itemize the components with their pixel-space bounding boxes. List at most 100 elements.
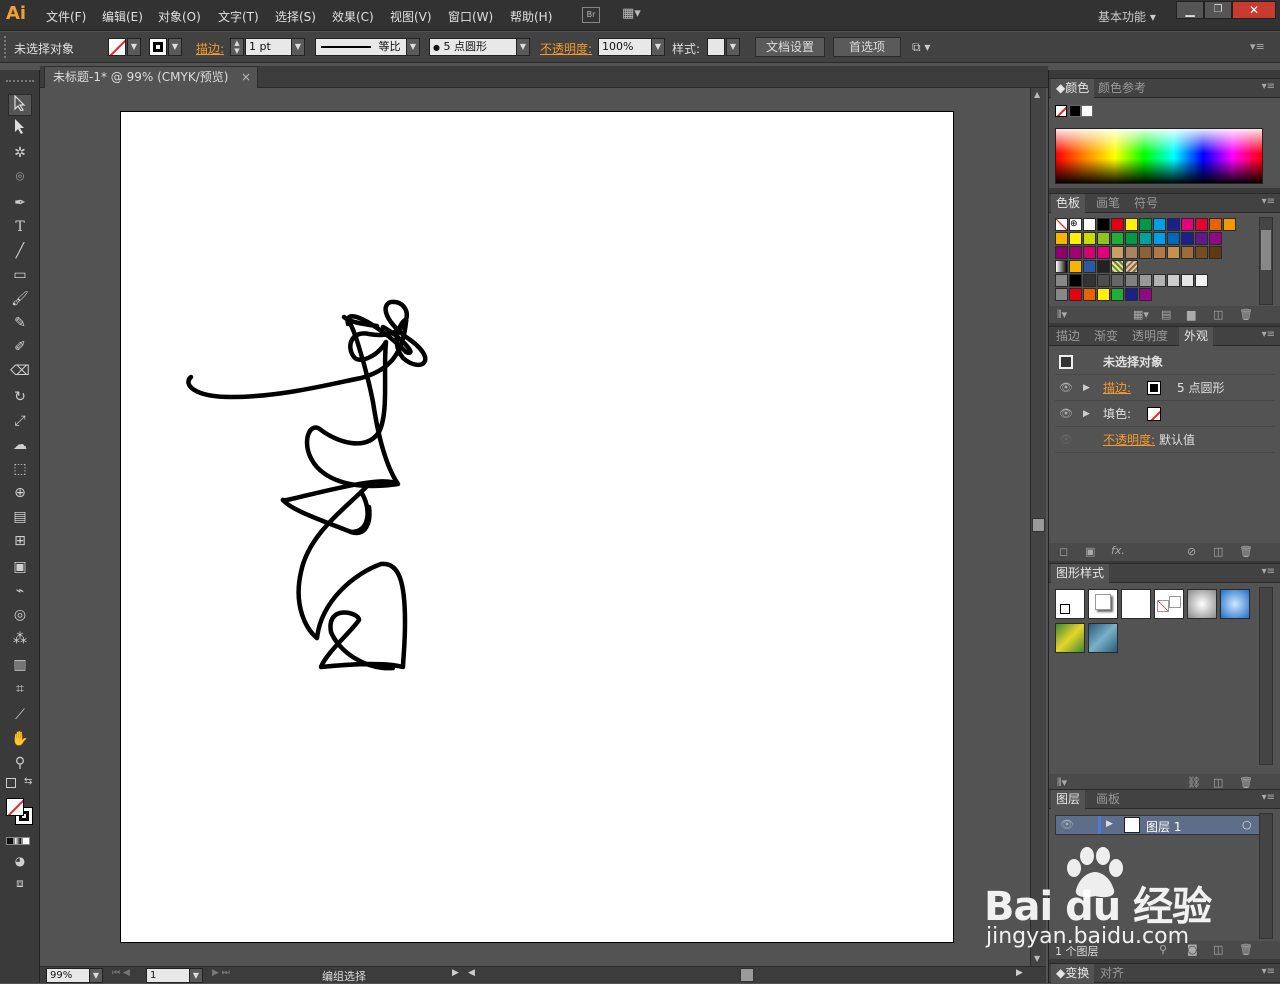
- color-group-folder-icon[interactable]: [1055, 274, 1068, 287]
- swatch[interactable]: [1097, 288, 1110, 301]
- swatch[interactable]: [1195, 246, 1208, 259]
- pen-tool-icon[interactable]: ✒: [8, 192, 32, 214]
- style-dropdown[interactable]: ▼: [726, 38, 740, 56]
- profile-dropdown[interactable]: ▼: [406, 38, 420, 56]
- swatch[interactable]: [1181, 218, 1194, 231]
- swatch[interactable]: [1125, 288, 1138, 301]
- swatch[interactable]: [1055, 260, 1068, 273]
- locate-object-icon[interactable]: ⚲: [1159, 943, 1167, 956]
- graphic-style-gray-gradient[interactable]: [1187, 589, 1217, 619]
- swatch-options-icon[interactable]: ▤: [1161, 308, 1171, 321]
- tab-transparency[interactable]: 透明度: [1127, 327, 1173, 346]
- swatch[interactable]: [1125, 218, 1138, 231]
- swatch[interactable]: [1125, 274, 1138, 287]
- symbol-sprayer-tool-icon[interactable]: ⁂: [8, 628, 32, 650]
- swatch[interactable]: [1069, 274, 1082, 287]
- appearance-opacity-label[interactable]: 不透明度:: [1103, 428, 1155, 452]
- fill-swatch[interactable]: [108, 38, 126, 56]
- fill-color-icon[interactable]: [6, 798, 24, 816]
- warp-tool-icon[interactable]: ☁: [8, 434, 32, 456]
- expand-triangle-icon[interactable]: ▶: [1083, 376, 1090, 400]
- swatch[interactable]: [1153, 274, 1166, 287]
- make-clipping-mask-icon[interactable]: ◙: [1187, 943, 1198, 956]
- tab-brushes[interactable]: 画笔: [1091, 194, 1125, 213]
- appearance-stroke-row[interactable]: 👁 ▶ 描边: 5 点圆形: [1055, 376, 1275, 401]
- swatch[interactable]: [1167, 274, 1180, 287]
- swatch[interactable]: [1111, 260, 1124, 273]
- workspace-switcher[interactable]: 基本功能 ▾: [1098, 8, 1156, 25]
- menu-edit[interactable]: 编辑(E): [102, 8, 143, 25]
- arrange-documents-icon[interactable]: ▦▾: [622, 7, 648, 23]
- menu-effect[interactable]: 效果(C): [332, 8, 374, 25]
- blend-tool-icon[interactable]: ◎: [8, 604, 32, 626]
- layer-row[interactable]: 👁 ▶ 图层 1 ○: [1055, 815, 1263, 835]
- variable-width-profile[interactable]: 等比: [315, 38, 407, 56]
- swatch[interactable]: [1055, 232, 1068, 245]
- swatch[interactable]: [1181, 274, 1194, 287]
- black-swatch[interactable]: [1069, 105, 1081, 117]
- show-kinds-icon[interactable]: ▦▾: [1133, 308, 1149, 321]
- scroll-up-icon[interactable]: ▲: [1034, 90, 1040, 99]
- panel-menu-icon[interactable]: ▾≡: [1262, 329, 1275, 340]
- appearance-fill-row[interactable]: 👁 ▶ 填色:: [1055, 402, 1275, 427]
- none-swatch-icon[interactable]: [1055, 105, 1067, 117]
- swatch[interactable]: [1111, 288, 1124, 301]
- panel-menu-icon[interactable]: ▾≡: [1250, 40, 1265, 53]
- layer-name[interactable]: 图层 1: [1146, 818, 1181, 835]
- perspective-grid-tool-icon[interactable]: ▤: [8, 506, 32, 528]
- document-setup-button[interactable]: 文档设置: [755, 37, 825, 57]
- graphic-style-blue-pattern[interactable]: [1088, 623, 1118, 653]
- eyedropper-tool-icon[interactable]: ⌁: [8, 580, 32, 602]
- swatch[interactable]: [1209, 246, 1222, 259]
- tab-color-guide[interactable]: 颜色参考: [1093, 79, 1151, 98]
- default-colors-icon[interactable]: [6, 778, 16, 788]
- visibility-eye-icon[interactable]: 👁: [1059, 402, 1073, 426]
- vertical-scroll-thumb[interactable]: [1032, 518, 1045, 532]
- panel-menu-icon[interactable]: ▾≡: [1262, 966, 1275, 977]
- swatch[interactable]: [1125, 246, 1138, 259]
- delete-style-icon[interactable]: 🗑: [1239, 776, 1253, 789]
- delete-layer-icon[interactable]: 🗑: [1239, 943, 1253, 956]
- brush-definition[interactable]: ● 5 点圆形: [429, 38, 517, 56]
- scroll-left-icon[interactable]: ◀: [468, 968, 475, 978]
- swatch[interactable]: [1083, 274, 1096, 287]
- type-tool-icon[interactable]: T: [8, 216, 32, 238]
- swatch[interactable]: [1083, 232, 1096, 245]
- swatch[interactable]: ⊕: [1069, 218, 1082, 231]
- stroke-dropdown[interactable]: ▼: [168, 38, 182, 56]
- swatch[interactable]: [1167, 218, 1180, 231]
- swatch[interactable]: [1139, 274, 1152, 287]
- zoom-input[interactable]: 99%: [46, 968, 90, 983]
- swatch[interactable]: [1139, 218, 1152, 231]
- swatch[interactable]: [1055, 218, 1068, 231]
- menu-file[interactable]: 文件(F): [46, 8, 86, 25]
- swatch[interactable]: [1097, 246, 1110, 259]
- pencil-tool-icon[interactable]: ✎: [8, 312, 32, 334]
- swatch[interactable]: [1097, 232, 1110, 245]
- swatch[interactable]: [1139, 246, 1152, 259]
- style-swatch[interactable]: [707, 38, 725, 56]
- blob-brush-tool-icon[interactable]: ✐: [8, 336, 32, 358]
- brush-dropdown[interactable]: ▼: [516, 38, 530, 56]
- lasso-tool-icon[interactable]: ⌾: [8, 166, 32, 188]
- new-color-group-icon[interactable]: ▆: [1187, 308, 1195, 321]
- hand-tool-icon[interactable]: ✋: [8, 728, 32, 750]
- tab-appearance[interactable]: 外观: [1179, 327, 1214, 346]
- tab-align[interactable]: 对齐: [1095, 964, 1129, 983]
- new-layer-icon[interactable]: ◫: [1213, 943, 1223, 956]
- preferences-button[interactable]: 首选项: [833, 37, 901, 57]
- add-stroke-icon[interactable]: ◻: [1059, 545, 1068, 558]
- appearance-stroke-label[interactable]: 描边:: [1103, 376, 1131, 400]
- tab-transform[interactable]: ◆变换: [1051, 964, 1095, 983]
- scale-tool-icon[interactable]: ⤢: [8, 410, 32, 432]
- page-input[interactable]: 1: [146, 968, 190, 983]
- swatch[interactable]: [1055, 246, 1068, 259]
- visibility-eye-icon[interactable]: 👁: [1060, 818, 1074, 831]
- layers-scrollbar[interactable]: [1259, 813, 1273, 939]
- tab-gradient[interactable]: 渐变: [1089, 327, 1123, 346]
- slice-tool-icon[interactable]: ⟋: [8, 704, 32, 726]
- panel-menu-icon[interactable]: ▾≡: [1262, 566, 1275, 577]
- add-fill-icon[interactable]: ▣: [1085, 545, 1095, 558]
- delete-item-icon[interactable]: 🗑: [1239, 545, 1253, 558]
- color-mode-icons[interactable]: [6, 834, 34, 845]
